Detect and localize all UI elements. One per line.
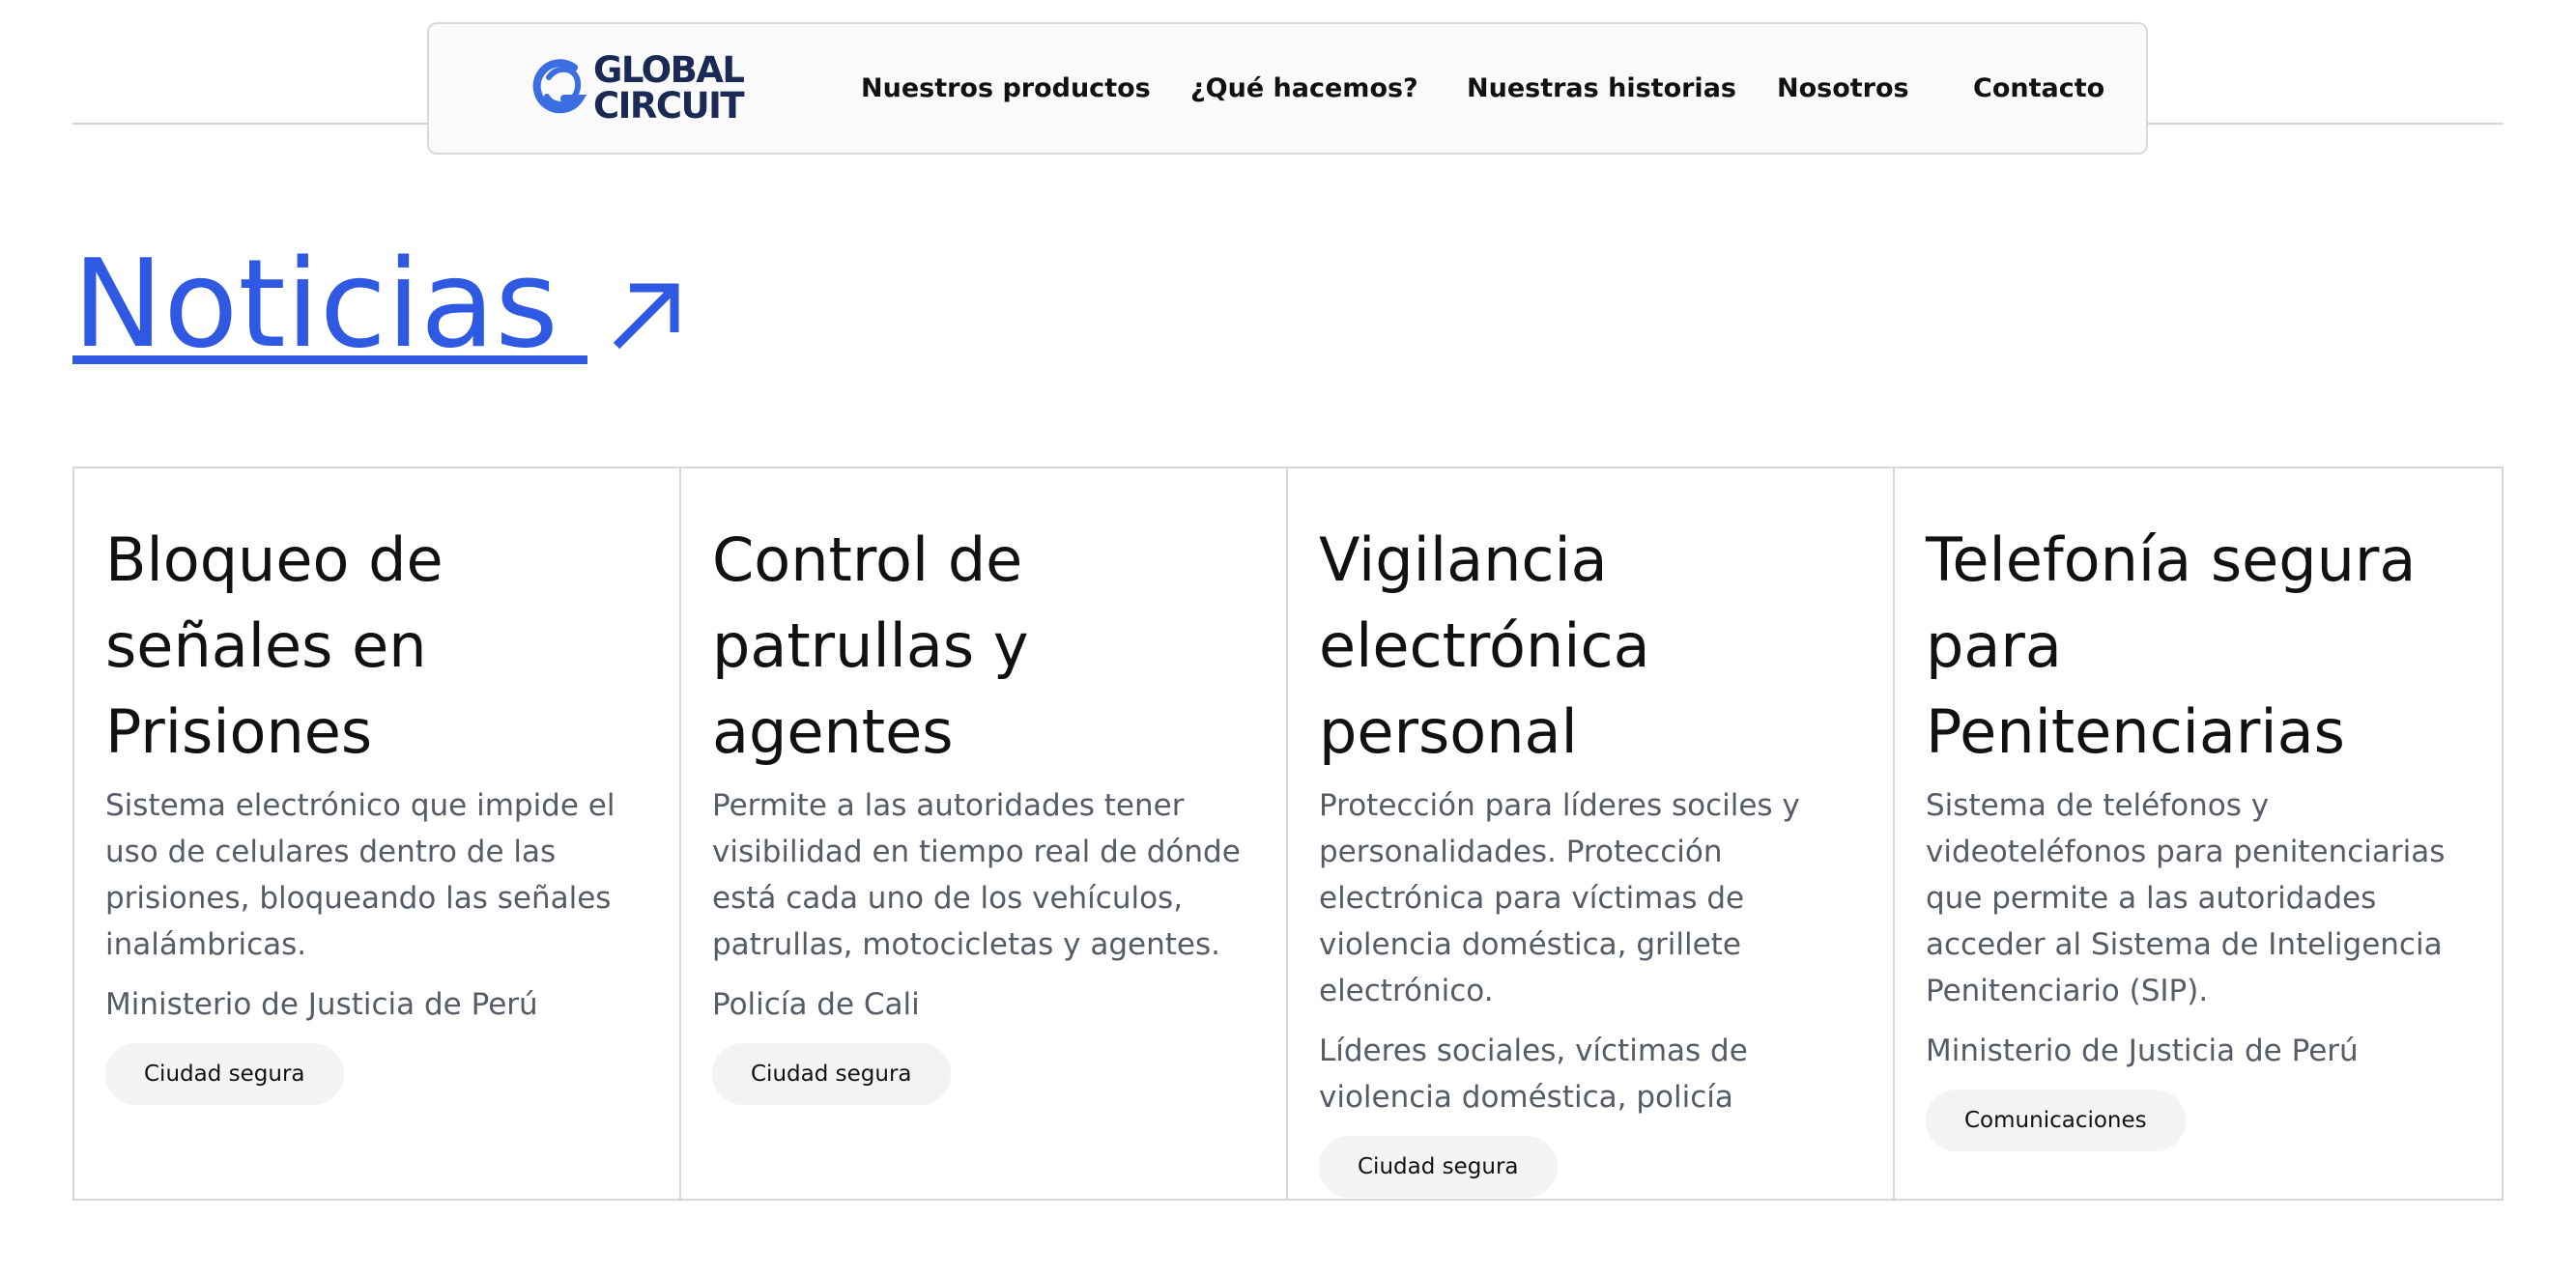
- nav-link-nosotros[interactable]: Nosotros: [1777, 24, 1909, 153]
- card-title: Vigilancia electrónica personal: [1319, 524, 1650, 767]
- nav-link-nuestros-productos[interactable]: Nuestros productos: [861, 24, 1151, 153]
- news-heading-link[interactable]: Noticias: [72, 232, 682, 375]
- card-title: Telefonía segura para Penitenciarias: [1926, 524, 2417, 767]
- nav-link-contacto[interactable]: Contacto: [1973, 24, 2104, 153]
- news-card[interactable]: Control de patrullas y agentes Permite a…: [681, 468, 1288, 1199]
- news-card[interactable]: Bloqueo de señales en Prisiones Sistema …: [74, 468, 681, 1199]
- news-card[interactable]: Telefonía segura para Penitenciarias Sis…: [1895, 468, 2502, 1199]
- nav-link-que-hacemos[interactable]: ¿Qué hacemos?: [1190, 24, 1418, 153]
- card-client: Ministerio de Justicia de Perú: [105, 987, 538, 1022]
- card-description: Permite a las autoridades tener visibili…: [712, 788, 1241, 962]
- card-client: Policía de Cali: [712, 987, 920, 1022]
- arrow-up-right-icon: [613, 283, 679, 350]
- news-card-grid: Bloqueo de señales en Prisiones Sistema …: [72, 467, 2504, 1201]
- card-client: Ministerio de Justicia de Perú: [1926, 1034, 2359, 1068]
- card-title: Bloqueo de señales en Prisiones: [105, 524, 444, 767]
- card-tag[interactable]: Comunicaciones: [1926, 1090, 2186, 1151]
- card-tag[interactable]: Ciudad segura: [1319, 1136, 1558, 1198]
- card-description: Protección para líderes sociles y person…: [1319, 788, 1800, 1008]
- news-card[interactable]: Vigilancia electrónica personal Protecci…: [1288, 468, 1895, 1199]
- navbar: GLOBAL CIRCUIT Nuestros productos ¿Qué h…: [427, 22, 2148, 155]
- card-description: Sistema electrónico que impide el uso de…: [105, 788, 615, 962]
- card-description: Sistema de teléfonos y videoteléfonos pa…: [1926, 788, 2446, 1008]
- news-heading: Noticias: [72, 232, 587, 375]
- main-nav: Nuestros productos ¿Qué hacemos? Nuestra…: [429, 24, 2146, 153]
- nav-link-nuestras-historias[interactable]: Nuestras historias: [1467, 24, 1736, 153]
- card-tag[interactable]: Ciudad segura: [105, 1043, 344, 1105]
- card-title: Control de patrullas y agentes: [712, 524, 1029, 767]
- card-client: Líderes sociales, víctimas de violencia …: [1319, 1034, 1748, 1115]
- card-tag[interactable]: Ciudad segura: [712, 1043, 951, 1105]
